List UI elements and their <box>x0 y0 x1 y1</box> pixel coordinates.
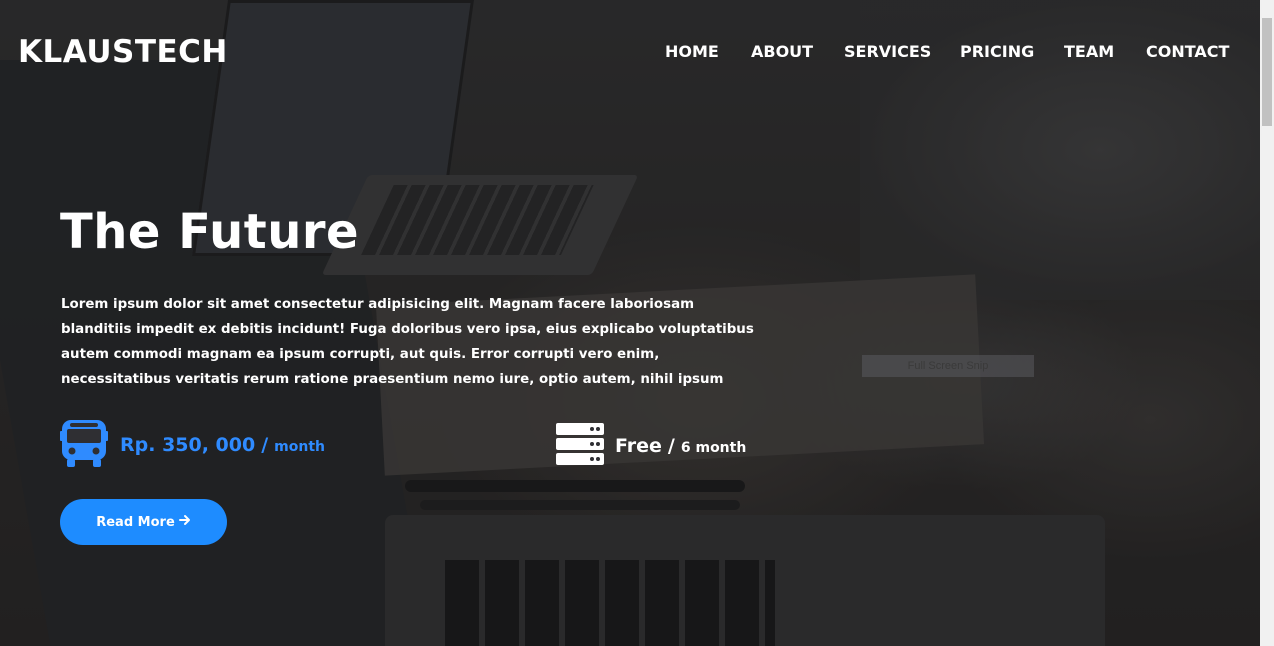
nav-services[interactable]: SERVICES <box>844 42 931 61</box>
server-icon <box>556 422 604 470</box>
nav-contact[interactable]: CONTACT <box>1146 42 1229 61</box>
price-secondary: Free / 6 month <box>556 422 747 470</box>
nav-about[interactable]: ABOUT <box>751 42 813 61</box>
price-primary-amount: Rp. 350, 000 <box>120 434 256 456</box>
nav-pricing[interactable]: PRICING <box>960 42 1034 61</box>
read-more-button[interactable]: Read More <box>60 499 227 545</box>
read-more-label: Read More <box>96 514 175 530</box>
hero-title: The Future <box>60 204 360 260</box>
bus-icon <box>60 419 108 472</box>
hero-description: Lorem ipsum dolor sit amet consectetur a… <box>61 297 754 387</box>
scrollbar-thumb[interactable] <box>1262 18 1272 126</box>
price-secondary-slash: / <box>667 435 675 457</box>
price-primary-slash: / <box>261 434 269 456</box>
main-nav: HOME ABOUT SERVICES PRICING TEAM CONTACT <box>0 42 1260 62</box>
price-secondary-amount: Free <box>615 435 662 457</box>
price-primary: Rp. 350, 000 / month <box>60 419 326 472</box>
arrow-right-icon <box>178 514 191 530</box>
nav-home[interactable]: HOME <box>665 42 719 61</box>
background-snip-label: Full Screen Snip <box>862 355 1034 377</box>
page-scrollbar[interactable] <box>1260 0 1274 646</box>
price-primary-unit: month <box>274 439 326 455</box>
nav-team[interactable]: TEAM <box>1064 42 1114 61</box>
price-secondary-unit: 6 month <box>680 440 747 456</box>
